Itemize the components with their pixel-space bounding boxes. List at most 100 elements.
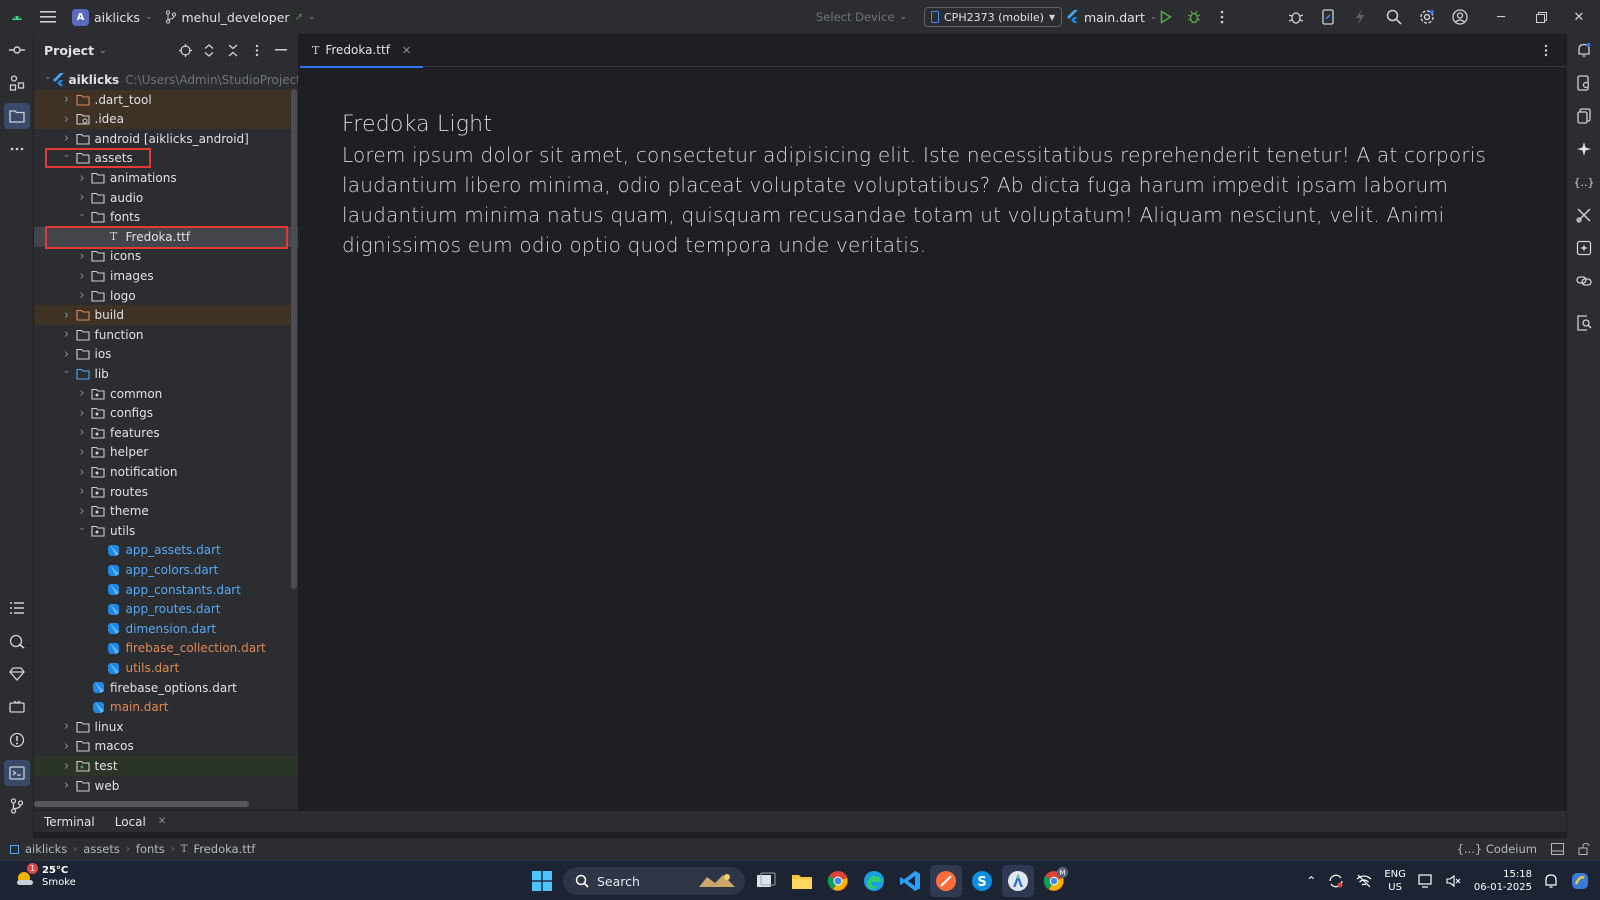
tree-item-aiklicks[interactable]: ⌄ aiklicks C:\Users\Admin\StudioProjects\a… (34, 70, 298, 90)
chrome-profile-icon[interactable]: M (1038, 865, 1070, 897)
tree-item-icons[interactable]: › icons (34, 246, 298, 266)
chevron-right-icon[interactable]: › (75, 171, 89, 186)
commit-icon[interactable] (4, 37, 30, 63)
tree-item-app-routes-dart[interactable]: app_routes.dart (34, 599, 298, 619)
hot-reload-icon[interactable] (1346, 3, 1374, 31)
chevron-right-icon[interactable]: › (75, 445, 89, 460)
chevron-right-icon[interactable]: › (75, 288, 89, 303)
run-config-dropdown[interactable]: main.dart ⌄ (1060, 4, 1163, 30)
breadcrumb-item[interactable]: fonts (136, 842, 165, 856)
tree-item-main-dart[interactable]: main.dart (34, 697, 298, 717)
chevron-right-icon[interactable]: › (75, 386, 89, 401)
flutter-inspector-icon[interactable] (4, 628, 30, 654)
vcs-branch-widget[interactable]: mehul_developer ↗ ⌄ (159, 4, 322, 30)
chevron-right-icon[interactable]: › (75, 504, 89, 519)
main-menu-icon[interactable] (34, 3, 62, 31)
problems-icon[interactable] (4, 727, 30, 753)
select-device-dropdown[interactable]: Select Device ⌄ (810, 4, 913, 30)
chevron-right-icon[interactable]: › (60, 112, 74, 127)
vscode-icon[interactable] (894, 865, 926, 897)
close-window-icon[interactable]: ✕ (1560, 0, 1598, 34)
tree-item-app-assets-dart[interactable]: app_assets.dart (34, 540, 298, 560)
chevron-right-icon[interactable]: › (60, 759, 74, 774)
tree-item-audio[interactable]: › audio (34, 188, 298, 208)
close-terminal-tab-icon[interactable]: ✕ (158, 816, 166, 827)
chevron-right-icon[interactable]: › (75, 484, 89, 499)
layout-icon[interactable] (1551, 843, 1564, 855)
account-avatar-icon[interactable] (1446, 3, 1474, 31)
tree-item-firebase-options-dart[interactable]: firebase_options.dart (34, 678, 298, 698)
project-tool-icon[interactable] (4, 103, 30, 129)
tree-item-theme[interactable]: › theme (34, 501, 298, 521)
tree-item-logo[interactable]: › logo (34, 286, 298, 306)
gemini-icon[interactable] (1571, 235, 1597, 261)
file-explorer-icon[interactable] (786, 865, 818, 897)
device-manager-icon[interactable] (1314, 3, 1342, 31)
codeium-status[interactable]: {...} Codeium (1457, 842, 1537, 856)
show-hidden-icons-icon[interactable]: ⌃ (1306, 874, 1316, 888)
postman-icon[interactable] (930, 865, 962, 897)
start-button[interactable] (526, 865, 558, 897)
minimize-window-icon[interactable]: ─ (1482, 0, 1520, 34)
language-indicator[interactable]: ENG US (1384, 868, 1406, 894)
tree-item-app-constants-dart[interactable]: app_constants.dart (34, 580, 298, 600)
gem-icon[interactable] (4, 661, 30, 687)
breadcrumb-item[interactable]: assets (83, 842, 120, 856)
chevron-down-icon[interactable]: ⌄ (75, 209, 89, 219)
clock[interactable]: 15:18 06-01-2025 (1474, 868, 1532, 894)
tree-item-notification[interactable]: › notification (34, 462, 298, 482)
tree-item-features[interactable]: › features (34, 423, 298, 443)
structure-icon[interactable] (4, 70, 30, 96)
tree-item-fonts[interactable]: ⌄ fonts (34, 207, 298, 227)
weather-widget[interactable]: 1 25°C Smoke (14, 863, 76, 889)
tree-item-dimension-dart[interactable]: dimension.dart (34, 619, 298, 639)
chevron-right-icon[interactable]: › (75, 269, 89, 284)
more-actions-icon[interactable] (1208, 3, 1236, 31)
running-device-dropdown[interactable]: CPH2373 (mobile) ▼ (924, 7, 1063, 27)
tree-item-build[interactable]: › build (34, 305, 298, 326)
tree-item-common[interactable]: › common (34, 384, 298, 404)
sync-icon[interactable] (1328, 873, 1344, 889)
app-inspection-icon[interactable] (1571, 310, 1597, 336)
tree-item-function[interactable]: › function (34, 325, 298, 345)
chevron-right-icon[interactable]: › (75, 406, 89, 421)
chevron-right-icon[interactable]: › (60, 739, 74, 754)
git-icon[interactable] (4, 793, 30, 819)
tree-item-linux[interactable]: › linux (34, 717, 298, 737)
tree-item-macos[interactable]: › macos (34, 736, 298, 756)
copilot-icon[interactable] (1570, 871, 1590, 891)
settings-gear-icon[interactable] (1413, 3, 1441, 31)
tree-item-test[interactable]: › test (34, 756, 298, 776)
tree-item-routes[interactable]: › routes (34, 482, 298, 502)
tree-item-app-colors-dart[interactable]: app_colors.dart (34, 560, 298, 580)
more-tools-icon[interactable] (4, 136, 30, 162)
attach-debugger-icon[interactable] (1282, 3, 1310, 31)
close-tab-icon[interactable]: ✕ (402, 44, 411, 57)
edge-icon[interactable] (858, 865, 890, 897)
tab-options-icon[interactable] (1536, 40, 1556, 60)
tree-item-ios[interactable]: › ios (34, 344, 298, 364)
chevron-right-icon[interactable]: › (75, 465, 89, 480)
device-explorer-icon[interactable] (1571, 70, 1597, 96)
tree-item-utils[interactable]: ⌄ utils (34, 521, 298, 541)
tree-item-firebase-collection-dart[interactable]: firebase_collection.dart (34, 638, 298, 658)
tree-horizontal-scrollbar[interactable] (34, 801, 249, 807)
tree-item-assets[interactable]: ⌄ assets (34, 148, 298, 168)
device-mirror-icon[interactable] (4, 694, 30, 720)
lock-icon[interactable] (1578, 843, 1590, 855)
tree-item-web[interactable]: › web (34, 776, 298, 796)
tools-icon[interactable] (1571, 202, 1597, 228)
chevron-right-icon[interactable]: › (60, 778, 74, 793)
chevron-right-icon[interactable]: › (60, 719, 74, 734)
search-everywhere-icon[interactable] (1380, 3, 1408, 31)
breadcrumb-item[interactable]: aiklicks (25, 842, 67, 856)
project-switcher[interactable]: A aiklicks ⌄ (66, 4, 159, 30)
chevron-right-icon[interactable]: › (60, 92, 74, 107)
tree-vertical-scrollbar[interactable] (291, 89, 297, 589)
chevron-right-icon[interactable]: › (75, 249, 89, 264)
chevron-right-icon[interactable]: › (60, 347, 74, 362)
chevron-down-icon[interactable]: ⌄ (60, 366, 74, 376)
tree-item-images[interactable]: › images (34, 266, 298, 286)
task-view-icon[interactable] (750, 865, 782, 897)
running-devices-icon[interactable] (1571, 103, 1597, 129)
